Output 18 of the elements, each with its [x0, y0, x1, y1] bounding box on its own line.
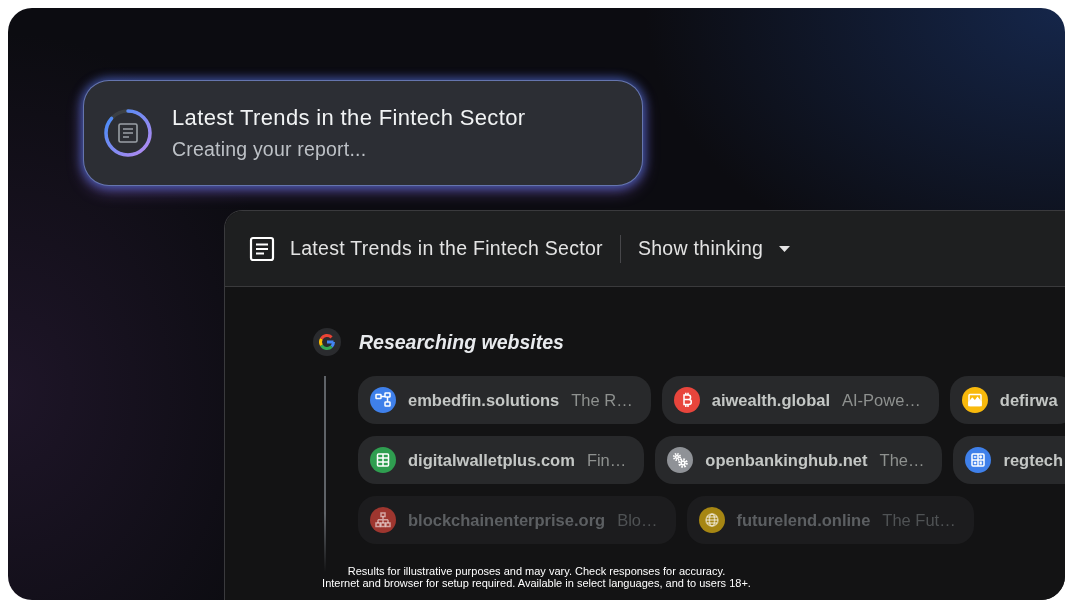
source-chip[interactable]: openbankinghub.net The…	[655, 436, 943, 484]
disclaimer-text: Internet and browser for setup required. Available in select languages, and to users 18+.	[322, 577, 751, 589]
report-title: Latest Trends in the Fintech Sector	[172, 105, 526, 130]
panel-title: Latest Trends in the Fintech Sector	[290, 237, 603, 260]
report-status: Creating your report...	[172, 136, 368, 161]
source-chip[interactable]: digitalwalletplus.com Fin…	[358, 436, 645, 484]
section-heading: Researching websites	[359, 330, 564, 354]
caret-icon	[779, 245, 791, 252]
letter-g-logo-icon	[313, 328, 341, 356]
disclaimer-text: Results for illustrative purposes and may vary. Check responses for accuracy.	[347, 565, 726, 577]
document-icon	[117, 122, 139, 144]
source-chip[interactable]: regtech	[953, 436, 1065, 484]
show-thinking-button[interactable]: Show thinking	[637, 237, 791, 260]
loading-spinner-icon	[103, 108, 153, 158]
source-chip[interactable]: aiwealth.global AI-Powe…	[661, 376, 939, 424]
document-icon	[249, 235, 275, 262]
source-chip[interactable]: defirwa	[949, 376, 1065, 424]
source-chip[interactable]: embedfin.solutions The R…	[358, 376, 651, 424]
